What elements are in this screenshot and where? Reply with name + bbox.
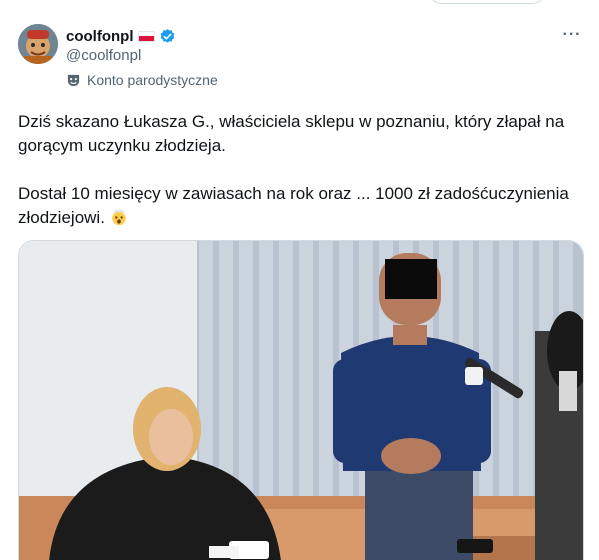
author-names: coolfonpl @coolfonpl — [66, 26, 176, 64]
theater-mask-icon — [66, 73, 81, 88]
display-name[interactable]: coolfonpl — [66, 28, 134, 45]
parody-label: Konto parodystyczne — [66, 72, 218, 88]
parody-label-text: Konto parodystyczne — [87, 72, 218, 88]
post-header: coolfonpl @coolfonpl Konto parodystyczne… — [18, 24, 585, 96]
exploding-head-emoji-icon — [110, 208, 128, 226]
verified-badge-icon[interactable] — [159, 28, 176, 45]
post-media-photo[interactable] — [18, 240, 584, 560]
post-text-body: Dziś skazano Łukasza G., właściciela skl… — [18, 112, 569, 227]
avatar[interactable] — [18, 24, 58, 64]
more-options-button[interactable]: ··· — [559, 26, 585, 46]
poland-flag-icon — [137, 30, 155, 42]
previous-button-stub — [428, 0, 546, 4]
author-handle[interactable]: @coolfonpl — [66, 47, 176, 64]
post-text: Dziś skazano Łukasza G., właściciela skl… — [18, 110, 584, 230]
